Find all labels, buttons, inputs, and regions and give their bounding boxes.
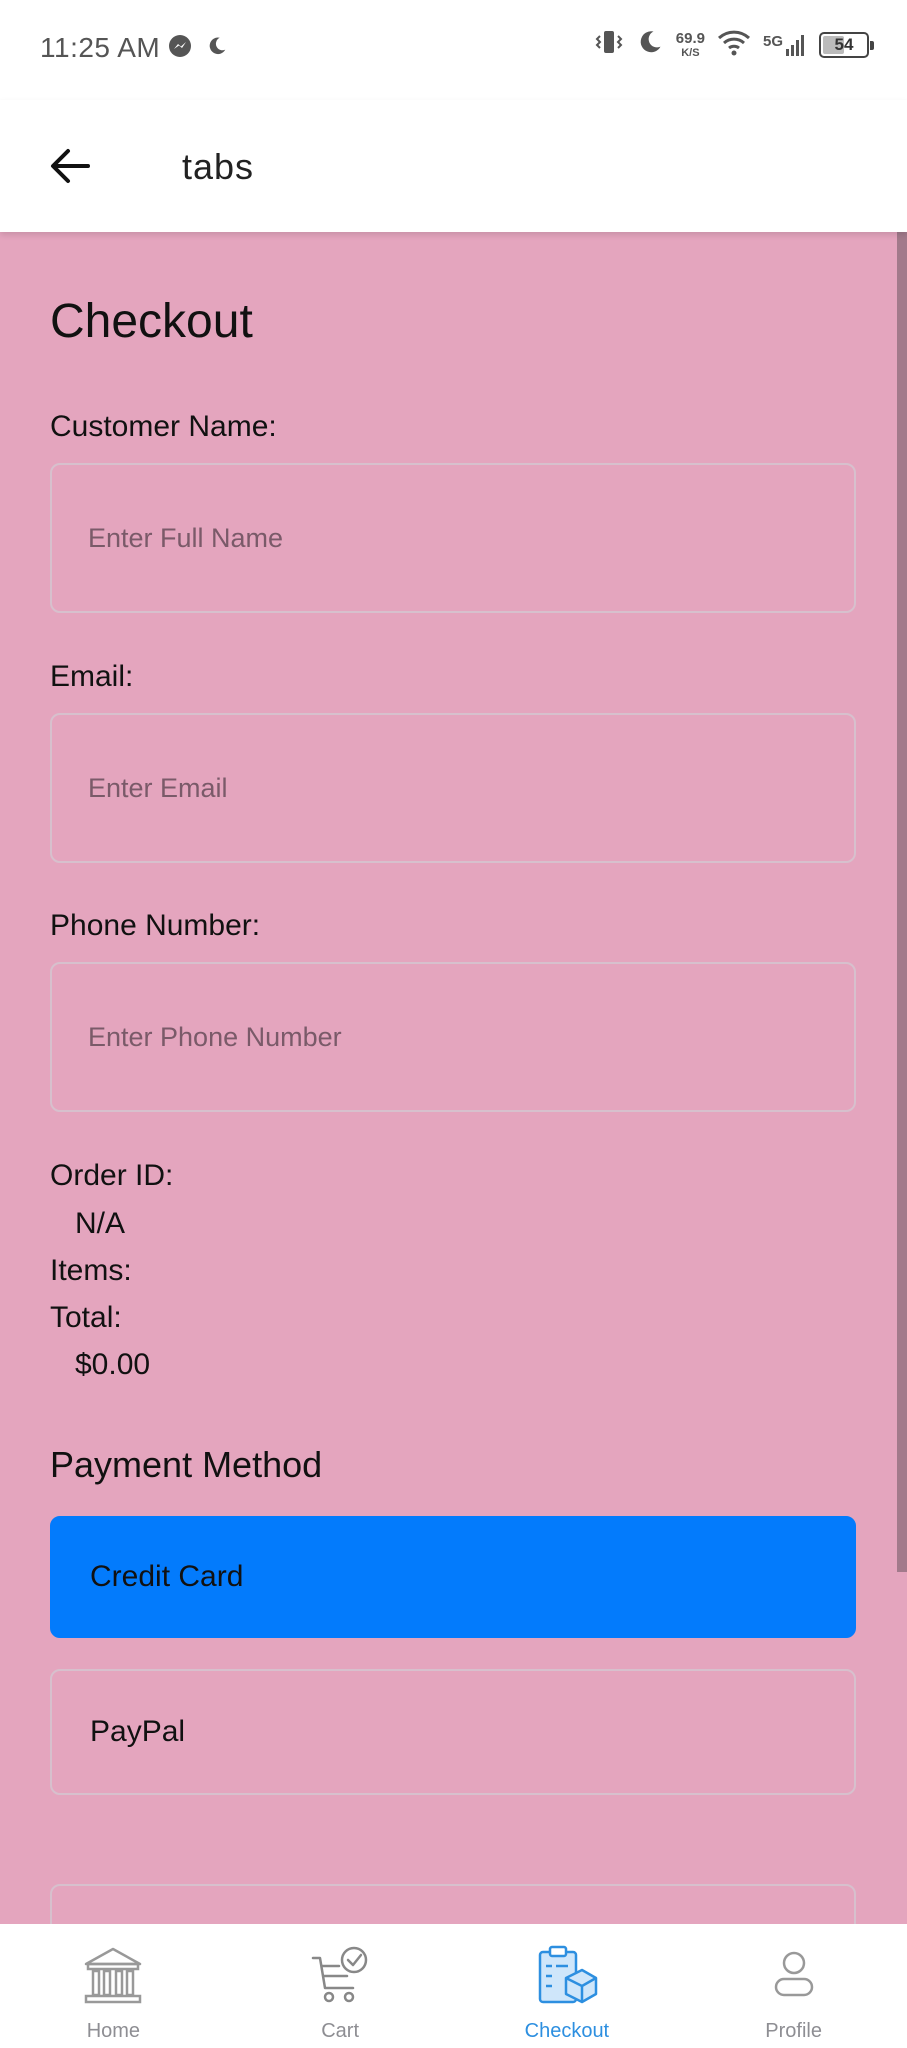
status-time: 11:25 AM bbox=[40, 32, 161, 63]
cellular-signal-icon: 5G bbox=[763, 33, 807, 57]
items-label: Items: bbox=[50, 1254, 132, 1287]
tab-label: Checkout bbox=[524, 2020, 610, 2042]
email-input[interactable] bbox=[50, 713, 856, 863]
tab-label: Cart bbox=[321, 2020, 360, 2042]
wifi-icon bbox=[717, 28, 751, 61]
payment-method-title: Payment Method bbox=[50, 1444, 323, 1485]
tab-label: Profile bbox=[765, 2020, 822, 2042]
total-label: Total: bbox=[50, 1301, 122, 1334]
cart-check-icon bbox=[307, 1942, 373, 2008]
checkout-screen: Checkout Customer Name: Email: Phone Num… bbox=[0, 232, 907, 1924]
vibrate-icon bbox=[594, 29, 624, 60]
person-icon bbox=[761, 1942, 827, 2008]
back-button[interactable] bbox=[40, 136, 100, 196]
moon-icon bbox=[206, 35, 228, 62]
tab-home[interactable]: Home bbox=[0, 1924, 227, 2048]
network-speed: 69.9 K/S bbox=[675, 29, 705, 59]
do-not-disturb-moon-icon bbox=[636, 28, 664, 61]
tab-cart[interactable]: Cart bbox=[227, 1924, 454, 2048]
payment-option-partial[interactable] bbox=[50, 1884, 856, 1924]
messenger-icon bbox=[168, 34, 192, 63]
email-label: Email: bbox=[50, 660, 134, 693]
customer-name-label: Customer Name: bbox=[50, 410, 277, 443]
phone-number-label: Phone Number: bbox=[50, 909, 261, 942]
bottom-tab-bar: Home Cart Checkout Profile bbox=[0, 1924, 907, 2048]
phone-number-input[interactable] bbox=[50, 962, 856, 1112]
scrollbar[interactable] bbox=[897, 232, 907, 1572]
bank-icon bbox=[80, 1942, 146, 2008]
status-bar: 11:25 AM 69.9 K/S 5G 54 bbox=[0, 0, 907, 100]
tab-checkout[interactable]: Checkout bbox=[454, 1924, 681, 2048]
order-id-label: Order ID: bbox=[50, 1159, 174, 1192]
app-bar: tabs bbox=[0, 100, 907, 232]
payment-option-label: Credit Card bbox=[90, 1560, 244, 1593]
order-id-value: N/A bbox=[75, 1207, 126, 1240]
customer-name-input[interactable] bbox=[50, 463, 856, 613]
battery-indicator: 54 bbox=[819, 31, 874, 58]
tab-profile[interactable]: Profile bbox=[680, 1924, 907, 2048]
tab-label: Home bbox=[86, 2020, 141, 2042]
clipboard-package-icon bbox=[534, 1942, 600, 2008]
payment-option-label: PayPal bbox=[90, 1715, 186, 1748]
app-title: tabs bbox=[182, 146, 255, 187]
total-value: $0.00 bbox=[75, 1348, 151, 1381]
arrow-left-icon bbox=[51, 149, 90, 183]
page-title: Checkout bbox=[50, 295, 253, 348]
payment-option-paypal[interactable]: PayPal bbox=[50, 1669, 856, 1795]
payment-option-credit-card[interactable]: Credit Card bbox=[50, 1516, 856, 1638]
